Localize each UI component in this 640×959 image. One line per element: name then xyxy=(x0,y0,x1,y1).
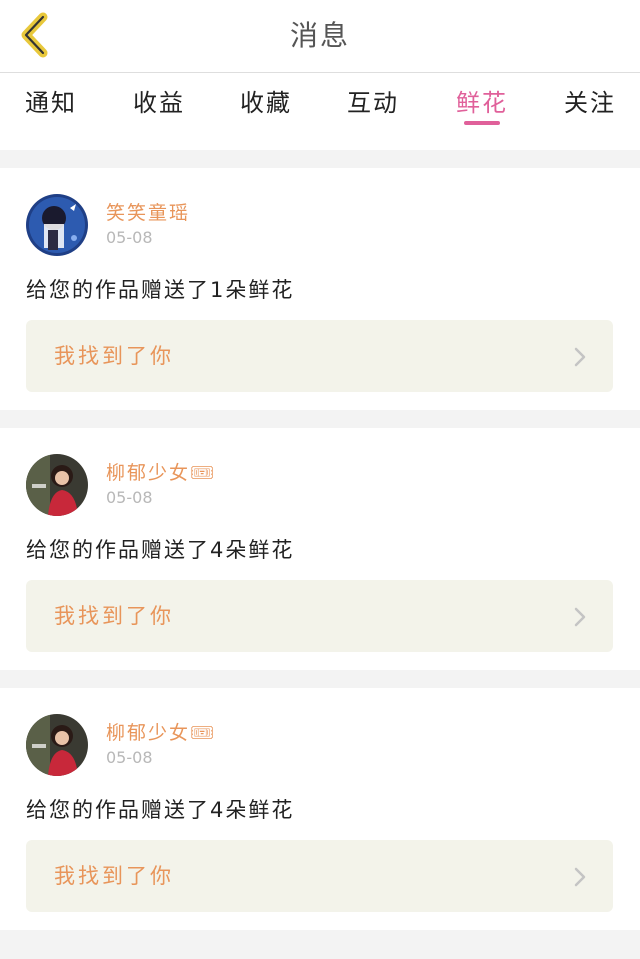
tab-flowers[interactable]: 鲜花 xyxy=(437,83,527,123)
message-card: 柳郁少女🎟 05-08 给您的作品赠送了4朵鲜花 我找到了你 xyxy=(0,688,640,930)
chevron-right-icon xyxy=(574,867,586,887)
message-date: 05-08 xyxy=(106,748,153,767)
back-button[interactable] xyxy=(14,12,54,58)
avatar[interactable] xyxy=(26,714,88,776)
chevron-right-icon xyxy=(574,347,586,367)
section-divider xyxy=(0,930,640,959)
message-text: 给您的作品赠送了4朵鲜花 xyxy=(26,798,295,822)
section-divider xyxy=(0,150,640,168)
message-card: 笑笑童瑶 05-08 给您的作品赠送了1朵鲜花 我找到了你 xyxy=(0,168,640,410)
tab-notice[interactable]: 通知 xyxy=(6,83,96,123)
tab-income[interactable]: 收益 xyxy=(114,83,204,123)
message-text: 给您的作品赠送了4朵鲜花 xyxy=(26,538,295,562)
tab-follows[interactable]: 关注 xyxy=(545,83,635,123)
message-date: 05-08 xyxy=(106,488,153,507)
sender-name[interactable]: 柳郁少女🎟 xyxy=(106,458,216,485)
message-card: 柳郁少女🎟 05-08 给您的作品赠送了4朵鲜花 我找到了你 xyxy=(0,428,640,670)
work-title: 我找到了你 xyxy=(54,864,174,888)
sender-name[interactable]: 柳郁少女🎟 xyxy=(106,718,216,745)
top-bar: 消息 xyxy=(0,0,640,73)
message-date: 05-08 xyxy=(106,228,153,247)
back-arrow-icon xyxy=(21,12,48,58)
work-link[interactable]: 我找到了你 xyxy=(26,840,613,912)
avatar[interactable] xyxy=(26,194,88,256)
page-title: 消息 xyxy=(289,19,350,52)
chevron-right-icon xyxy=(574,607,586,627)
work-title: 我找到了你 xyxy=(54,344,174,368)
message-text: 给您的作品赠送了1朵鲜花 xyxy=(26,278,295,302)
avatar[interactable] xyxy=(26,454,88,516)
tab-bar: 通知 收益 收藏 互动 鲜花 关注 xyxy=(0,73,640,149)
work-link[interactable]: 我找到了你 xyxy=(26,320,613,392)
section-divider xyxy=(0,670,640,688)
section-divider xyxy=(0,410,640,428)
sender-name[interactable]: 笑笑童瑶 xyxy=(106,198,190,225)
active-tab-indicator xyxy=(464,121,500,125)
work-link[interactable]: 我找到了你 xyxy=(26,580,613,652)
tab-favorites[interactable]: 收藏 xyxy=(221,83,311,123)
work-title: 我找到了你 xyxy=(54,604,174,628)
tab-interactions[interactable]: 互动 xyxy=(328,83,418,123)
